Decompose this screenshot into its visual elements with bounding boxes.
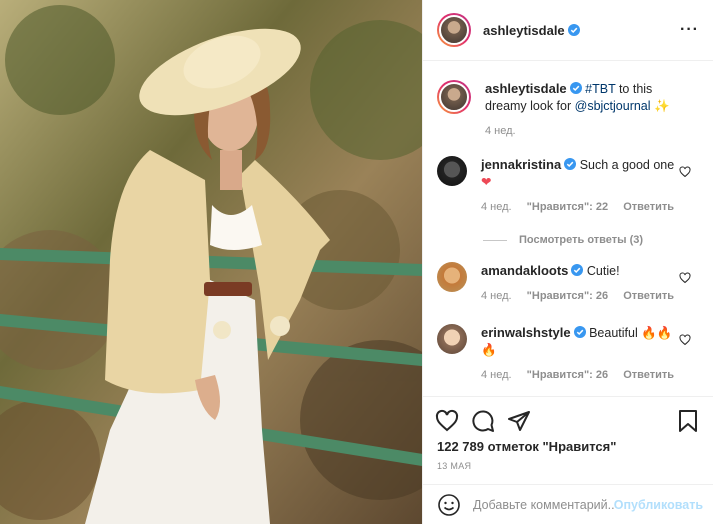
save-bookmark-icon[interactable]	[677, 409, 699, 433]
caption: ashleytisdale #TBT to this dreamy look f…	[437, 80, 699, 140]
photo-illustration	[0, 0, 422, 524]
commenter-username[interactable]: jennakristina	[481, 157, 561, 172]
commenter-avatar[interactable]	[437, 262, 467, 292]
heart-emoji: ❤	[481, 175, 492, 189]
comment-item: jennakristina Such a good one ❤ 4 нед. "…	[437, 156, 699, 216]
verified-badge-icon	[567, 24, 580, 36]
verified-badge-icon	[564, 158, 577, 170]
commenter-username[interactable]: erinwalshstyle	[481, 325, 571, 340]
comment-time[interactable]: 4 нед.	[481, 201, 512, 213]
reply-button[interactable]: Ответить	[623, 369, 674, 381]
comments-list: ashleytisdale #TBT to this dreamy look f…	[423, 62, 713, 395]
commenter-avatar[interactable]	[437, 156, 467, 186]
comment-time[interactable]: 4 нед.	[481, 290, 512, 302]
view-replies-button[interactable]: Посмотреть ответы (3)	[483, 234, 643, 246]
replies-divider	[483, 239, 507, 241]
comment-likes[interactable]: "Нравится": 26	[527, 369, 608, 381]
verified-badge-icon	[571, 264, 584, 276]
share-send-icon[interactable]	[507, 409, 531, 433]
emoji-smiley-icon[interactable]	[437, 493, 461, 517]
like-comment-heart-icon[interactable]	[679, 166, 691, 178]
caption-time[interactable]: 4 нед.	[485, 125, 516, 137]
caption-username[interactable]: ashleytisdale	[485, 81, 567, 96]
caption-avatar[interactable]	[437, 80, 471, 114]
author-avatar[interactable]	[437, 13, 471, 47]
comment-item: amandakloots Cutie! 4 нед. "Нравится": 2…	[437, 262, 699, 305]
verified-badge-icon	[573, 326, 586, 338]
post-date[interactable]: 13 мая	[423, 461, 713, 471]
commenter-username[interactable]: amandakloots	[481, 263, 568, 278]
post-header: ashleytisdale ···	[423, 0, 713, 61]
comment-item: erinwalshstyle Beautiful 🔥🔥 🔥 4 нед. "Нр…	[437, 324, 699, 384]
like-comment-heart-icon[interactable]	[679, 272, 691, 284]
comment-text: Such a good one	[579, 158, 675, 172]
post-side-panel: ashleytisdale ··· ashleytisdale #TBT to …	[422, 0, 713, 524]
hashtag-link[interactable]: #TBT	[585, 82, 615, 96]
publish-button[interactable]: Опубликовать	[614, 498, 703, 512]
likes-count[interactable]: 122 789 отметок "Нравится"	[423, 439, 713, 454]
commenter-avatar[interactable]	[437, 324, 467, 354]
comment-input[interactable]	[473, 497, 614, 512]
reply-button[interactable]: Ответить	[623, 290, 674, 302]
like-heart-icon[interactable]	[435, 409, 459, 433]
reply-button[interactable]: Ответить	[623, 201, 674, 213]
comment-likes[interactable]: "Нравится": 26	[527, 290, 608, 302]
fire-emoji: 🔥	[481, 343, 497, 357]
comment-time[interactable]: 4 нед.	[481, 369, 512, 381]
more-options-icon[interactable]: ···	[680, 21, 699, 39]
comment-composer: Опубликовать	[423, 484, 713, 524]
comment-text: Beautiful 🔥🔥	[589, 326, 673, 340]
view-replies-label[interactable]: Посмотреть ответы (3)	[519, 234, 643, 246]
comment-likes[interactable]: "Нравится": 22	[527, 201, 608, 213]
author-username[interactable]: ashleytisdale	[483, 23, 565, 38]
comment-text: Cutie!	[586, 264, 620, 278]
mention-link[interactable]: @sbjctjournal	[575, 99, 651, 113]
sparkles-emoji: ✨	[654, 99, 670, 113]
comment-bubble-icon[interactable]	[471, 409, 495, 433]
verified-badge-icon	[569, 82, 582, 94]
post-photo[interactable]	[0, 0, 422, 524]
like-comment-heart-icon[interactable]	[679, 334, 691, 346]
